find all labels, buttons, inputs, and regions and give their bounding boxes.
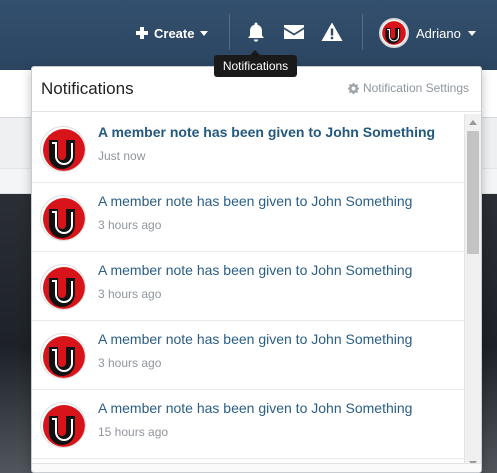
notifications-tooltip: Notifications [214,50,297,77]
warning-icon[interactable] [320,20,344,44]
notification-time: 15 hours ago [98,425,169,439]
us-logo-icon [382,21,406,45]
notification-avatar [40,195,86,241]
notification-text: A member note has been given to John Som… [98,331,413,347]
notification-avatar [40,126,86,172]
notification-item[interactable]: A member note has been given to John Som… [32,114,464,183]
chevron-down-icon [200,30,209,36]
create-menu-button[interactable]: Create [136,22,209,44]
notification-text: A member note has been given to John Som… [98,124,436,140]
notification-settings-link[interactable]: Notification Settings [347,81,469,95]
nav-divider [229,14,230,50]
user-menu-button[interactable]: Adriano [379,18,476,48]
create-label: Create [154,25,195,41]
notification-item[interactable]: A member note has been given to John Som… [32,183,464,252]
us-logo-icon [43,129,85,171]
notifications-footer [32,463,481,472]
us-logo-icon [43,198,85,240]
username-label: Adriano [416,25,461,41]
notification-time: 3 hours ago [98,218,162,232]
notification-item[interactable]: A member note has been given to John Som… [32,252,464,321]
notification-avatar [40,402,86,448]
notification-item[interactable]: A member note has been given to John Som… [32,321,464,390]
envelope-icon[interactable] [282,20,306,44]
scroll-up-arrow-icon[interactable] [469,120,477,125]
notifications-list: A member note has been given to John Som… [32,114,464,459]
notification-time: 3 hours ago [98,356,162,370]
notification-text: A member note has been given to John Som… [98,262,413,278]
us-logo-icon [43,336,85,378]
plus-icon [136,27,148,39]
scrollbar-thumb[interactable] [467,131,479,254]
notification-avatar [40,333,86,379]
chevron-down-icon [467,30,476,36]
notification-settings-label: Notification Settings [362,81,469,95]
us-logo-icon [43,405,85,447]
user-avatar [379,18,409,48]
notification-text: A member note has been given to John Som… [98,193,413,209]
notification-avatar [40,264,86,310]
notifications-scrollbar[interactable] [464,114,481,472]
bell-icon[interactable] [244,20,268,44]
notification-time: Just now [98,149,146,163]
us-logo-icon [43,267,85,309]
notification-text: A member note has been given to John Som… [98,400,413,416]
notifications-title: Notifications [41,79,134,98]
notifications-dropdown: Notifications Notification Settings A me… [31,66,482,473]
nav-divider [362,14,363,50]
notification-item[interactable]: A member note has been given to John Som… [32,390,464,459]
gear-icon [347,82,359,94]
notification-time: 3 hours ago [98,287,162,301]
